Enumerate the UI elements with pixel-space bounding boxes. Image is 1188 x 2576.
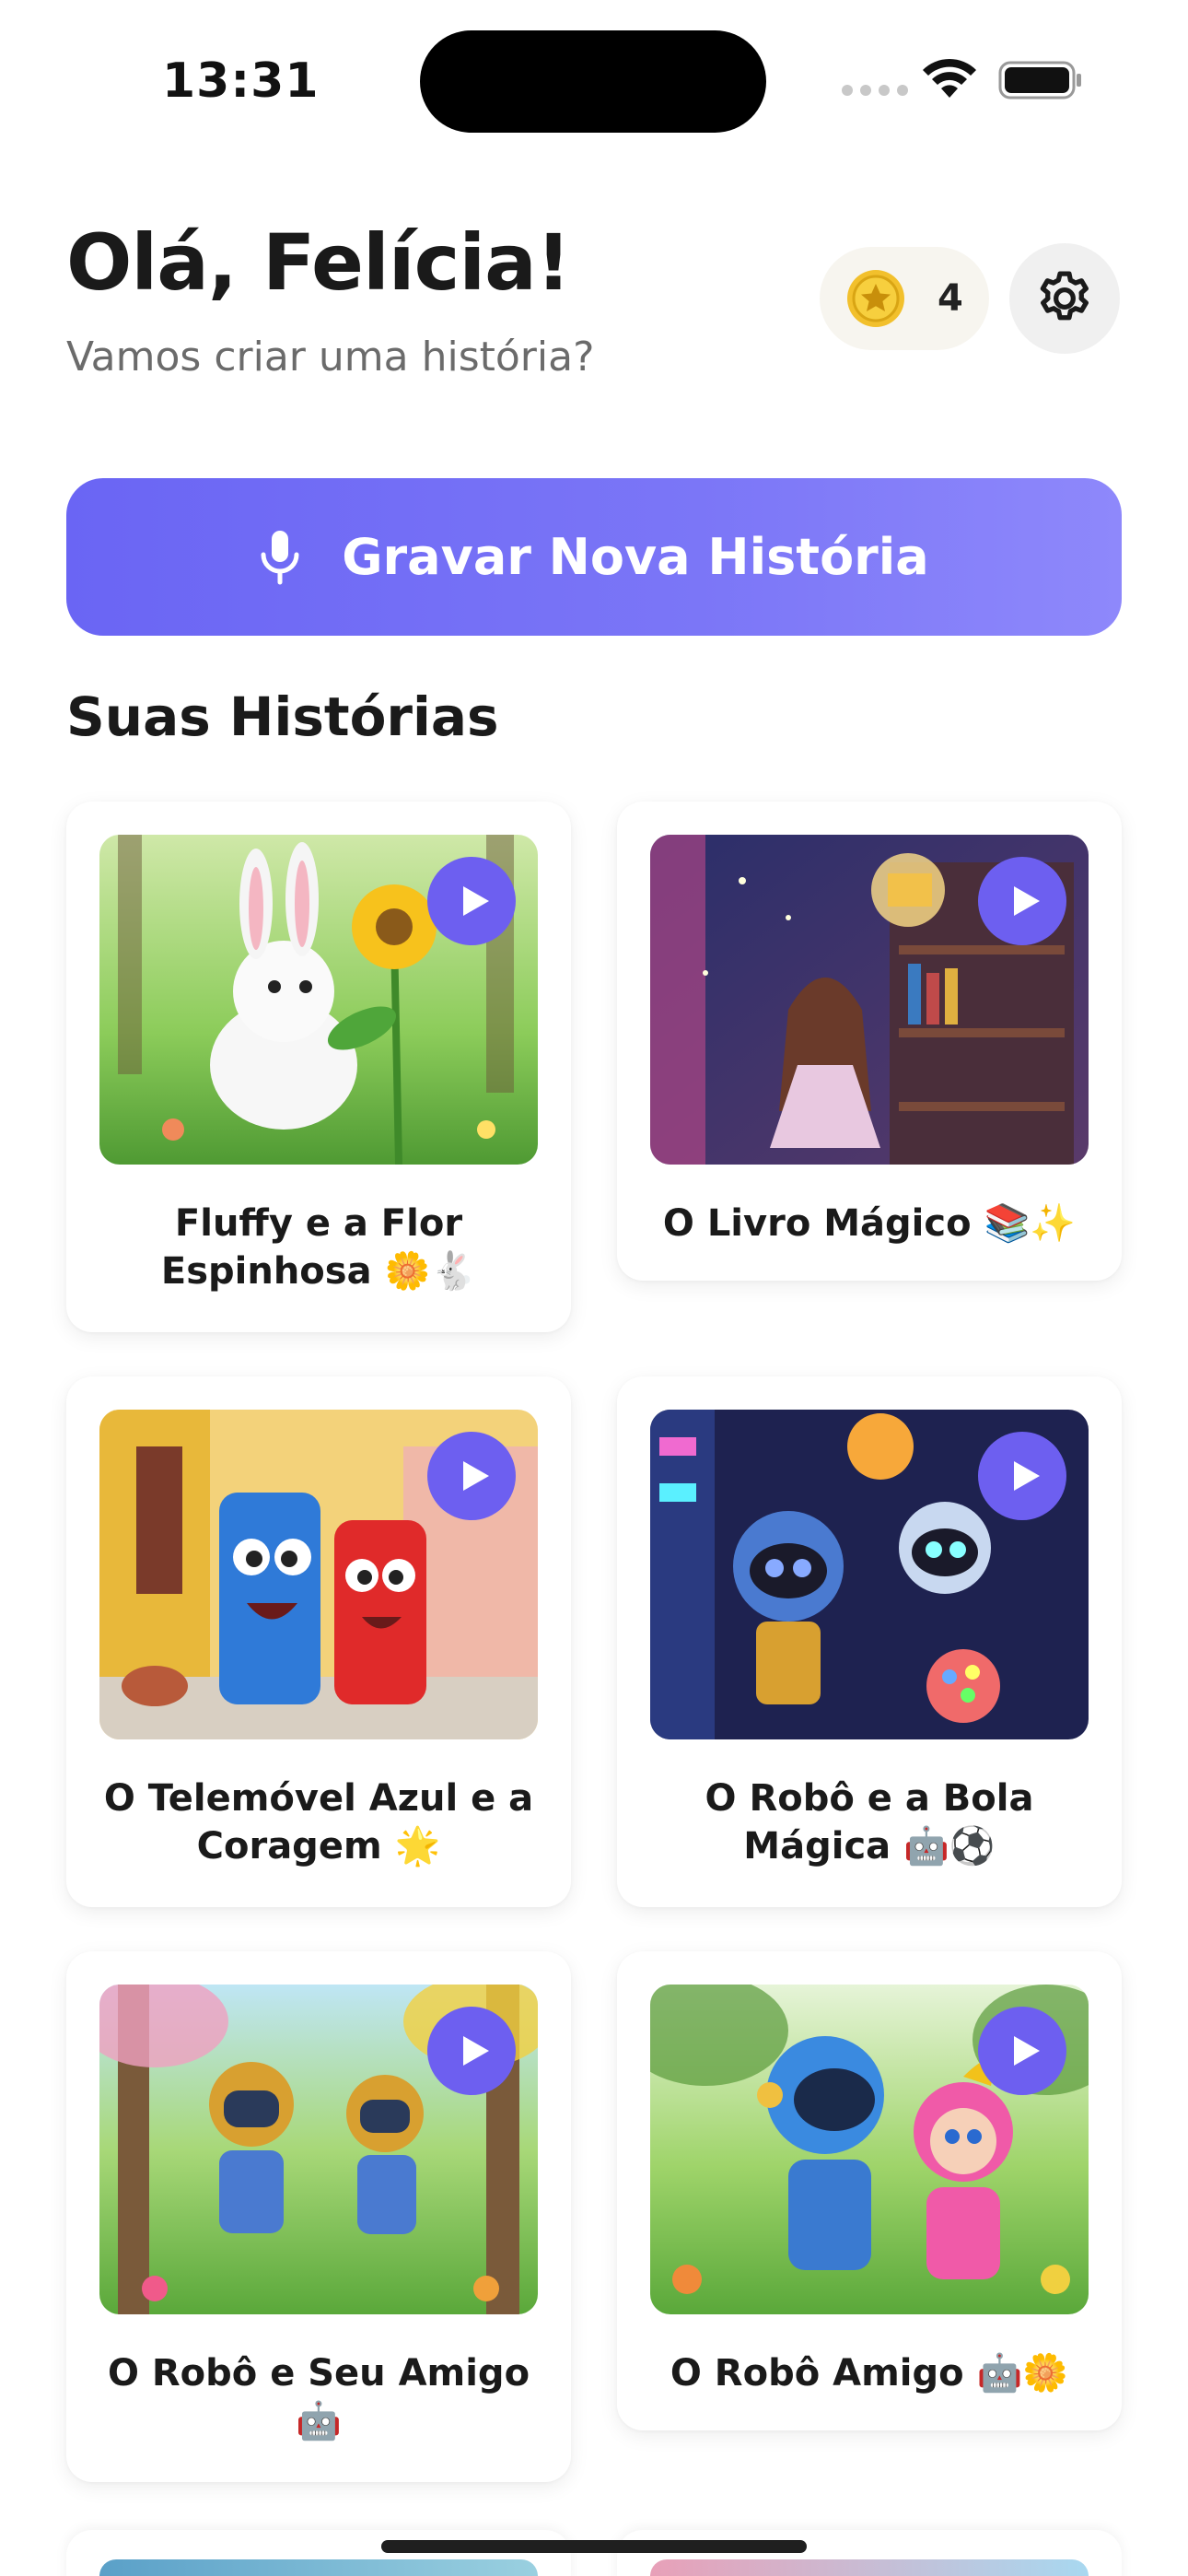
- story-title: O Telemóvel Azul e a Coragem 🌟: [103, 1777, 534, 1868]
- story-card-partial[interactable]: [617, 2530, 1122, 2576]
- coin-balance-badge[interactable]: 4: [820, 247, 989, 350]
- home-screen: 13:31 Olá, Felícia! Vamos criar uma hist…: [0, 0, 1188, 2576]
- story-card[interactable]: O Robô Amigo 🤖🌼: [617, 1951, 1122, 2430]
- status-time: 13:31: [162, 53, 320, 109]
- story-title: O Robô Amigo 🤖🌼: [670, 2352, 1069, 2395]
- play-icon: [463, 2036, 489, 2066]
- section-title-stories: Suas Histórias: [66, 685, 499, 748]
- settings-button[interactable]: [1009, 243, 1120, 354]
- play-icon: [1014, 886, 1040, 916]
- microphone-icon: [261, 530, 299, 584]
- home-indicator[interactable]: [381, 2540, 807, 2553]
- coin-count: 4: [938, 277, 963, 320]
- greeting-title: Olá, Felícia!: [66, 217, 571, 308]
- play-button[interactable]: [978, 1432, 1066, 1520]
- record-button-label: Gravar Nova História: [342, 528, 929, 586]
- star-coin-icon: [847, 270, 904, 327]
- story-card[interactable]: O Robô e Seu Amigo 🤖: [66, 1951, 571, 2482]
- gear-icon: [1040, 271, 1089, 321]
- story-thumbnail: [650, 1985, 1089, 2314]
- story-card[interactable]: O Livro Mágico 📚✨: [617, 802, 1122, 1281]
- play-button[interactable]: [978, 857, 1066, 945]
- battery-icon: [998, 61, 1081, 100]
- story-card-partial[interactable]: [66, 2530, 571, 2576]
- play-icon: [1014, 1461, 1040, 1491]
- cellular-signal-icon: [842, 85, 908, 96]
- story-card[interactable]: O Robô e a Bola Mágica 🤖⚽: [617, 1376, 1122, 1907]
- story-thumbnail: [650, 835, 1089, 1165]
- story-title: O Robô e Seu Amigo 🤖: [107, 2352, 530, 2442]
- play-icon: [463, 886, 489, 916]
- dynamic-island: [420, 30, 766, 133]
- greeting-subtitle: Vamos criar uma história?: [66, 334, 595, 381]
- story-card[interactable]: O Telemóvel Azul e a Coragem 🌟: [66, 1376, 571, 1907]
- story-title: O Livro Mágico 📚✨: [662, 1202, 1077, 1245]
- story-thumbnail: [650, 1410, 1089, 1739]
- story-thumbnail: [99, 835, 538, 1165]
- play-button[interactable]: [427, 857, 516, 945]
- play-button[interactable]: [427, 2007, 516, 2095]
- story-title: O Robô e a Bola Mágica 🤖⚽: [705, 1777, 1034, 1868]
- story-thumbnail: [99, 1985, 538, 2314]
- story-title: Fluffy e a Flor Espinhosa 🌼🐇: [160, 1202, 477, 1293]
- story-thumbnail: [99, 1410, 538, 1739]
- story-card[interactable]: Fluffy e a Flor Espinhosa 🌼🐇: [66, 802, 571, 1332]
- play-button[interactable]: [427, 1432, 516, 1520]
- play-button[interactable]: [978, 2007, 1066, 2095]
- story-thumbnail: [99, 2559, 538, 2576]
- record-new-story-button[interactable]: Gravar Nova História: [66, 478, 1122, 636]
- play-icon: [1014, 2036, 1040, 2066]
- play-icon: [463, 1461, 489, 1491]
- wifi-icon: [923, 58, 976, 98]
- story-thumbnail: [650, 2559, 1089, 2576]
